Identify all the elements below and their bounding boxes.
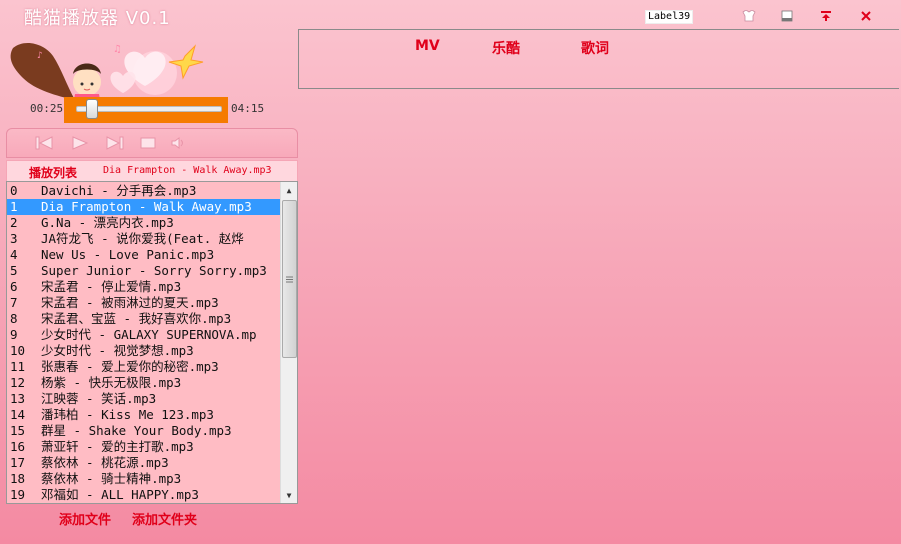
seek-handle[interactable] (86, 99, 99, 119)
playlist-item-number: 9 (10, 327, 18, 342)
playlist-item-number: 3 (10, 231, 18, 246)
playlist-item-name: 蔡依林 - 骑士精神.mp3 (41, 471, 182, 486)
tab-leku[interactable]: 乐酷 (492, 38, 520, 58)
minimize-icon[interactable] (779, 8, 795, 24)
svg-text:♫: ♫ (113, 44, 122, 55)
playlist-item-name: Davichi - 分手再会.mp3 (41, 183, 197, 198)
playlist-item-number: 11 (10, 359, 26, 374)
playlist-item-number: 4 (10, 247, 18, 262)
playlist[interactable]: 0 Davichi - 分手再会.mp3 1 Dia Frampton - Walk … (6, 181, 298, 504)
playlist-item-number: 12 (10, 375, 26, 390)
playlist-item-number: 16 (10, 439, 26, 454)
playlist-item-number: 10 (10, 343, 26, 358)
playlist-item[interactable]: 12 杨紫 - 快乐无极限.mp3 (7, 375, 281, 391)
playlist-item[interactable]: 19 邓福如 - ALL HAPPY.mp3 (7, 487, 281, 503)
playlist-item-number: 14 (10, 407, 26, 422)
playlist-item[interactable]: 15 群星 - Shake Your Body.mp3 (7, 423, 281, 439)
playlist-item-name: 邓福如 - ALL HAPPY.mp3 (41, 487, 199, 502)
add-folder-button[interactable]: 添加文件夹 (132, 509, 197, 528)
playlist-item-name: 宋孟君、宝蓝 - 我好喜欢你.mp3 (41, 311, 232, 326)
scroll-up-icon[interactable]: ▲ (281, 182, 297, 198)
playlist-item-number: 2 (10, 215, 18, 230)
playlist-item[interactable]: 10 少女时代 - 视觉梦想.mp3 (7, 343, 281, 359)
playlist-item-name: 少女时代 - GALAXY SUPERNOVA.mp (41, 327, 257, 342)
stop-icon[interactable] (139, 135, 157, 151)
playlist-item-name: New Us - Love Panic.mp3 (41, 247, 215, 262)
playlist-item[interactable]: 16 萧亚轩 - 爱的主打歌.mp3 (7, 439, 281, 455)
playlist-item[interactable]: 2 G.Na - 漂亮内衣.mp3 (7, 215, 281, 231)
playlist-item[interactable]: 5 Super Junior - Sorry Sorry.mp3 (7, 263, 281, 279)
label39: Label39 (645, 10, 694, 24)
playlist-item-name: 宋孟君 - 被雨淋过的夏天.mp3 (41, 295, 219, 310)
content-panel: MV 乐酷 歌词 (298, 29, 899, 89)
playlist-item[interactable]: 0 Davichi - 分手再会.mp3 (7, 183, 281, 199)
playlist-item-name: 群星 - Shake Your Body.mp3 (41, 423, 232, 438)
playlist-item-number: 0 (10, 183, 18, 198)
playlist-item-number: 6 (10, 279, 18, 294)
playlist-item-number: 8 (10, 311, 18, 326)
next-icon[interactable] (106, 135, 124, 151)
total-time: 04:15 (231, 102, 265, 115)
skin-icon[interactable] (741, 8, 757, 24)
playlist-item-number: 17 (10, 455, 26, 470)
playlist-item-number: 19 (10, 487, 26, 502)
scroll-down-icon[interactable]: ▼ (281, 487, 297, 503)
playlist-item-name: 少女时代 - 视觉梦想.mp3 (41, 343, 194, 358)
playlist-item[interactable]: 18 蔡依林 - 骑士精神.mp3 (7, 471, 281, 487)
window-title: 酷猫播放器 V0.1 (24, 8, 171, 29)
seek-bar[interactable] (64, 97, 228, 123)
transport-controls (6, 128, 298, 158)
playlist-item[interactable]: 8 宋孟君、宝蓝 - 我好喜欢你.mp3 (7, 311, 281, 327)
playlist-item-name: 萧亚轩 - 爱的主打歌.mp3 (41, 439, 194, 454)
playlist-item-name: 潘玮柏 - Kiss Me 123.mp3 (41, 407, 214, 422)
playlist-item[interactable]: 6 宋孟君 - 停止爱情.mp3 (7, 279, 281, 295)
playlist-item-name: Super Junior - Sorry Sorry.mp3 (41, 263, 267, 278)
playlist-item-number: 5 (10, 263, 18, 278)
playlist-item[interactable]: 17 蔡依林 - 桃花源.mp3 (7, 455, 281, 471)
playlist-item[interactable]: 14 潘玮柏 - Kiss Me 123.mp3 (7, 407, 281, 423)
tab-lyrics[interactable]: 歌词 (581, 38, 609, 58)
playlist-item-name: 宋孟君 - 停止爱情.mp3 (41, 279, 182, 294)
playlist-item-number: 15 (10, 423, 26, 438)
playlist-item[interactable]: 11 张惠春 - 爱上爱你的秘密.mp3 (7, 359, 281, 375)
playlist-title: 播放列表 (29, 166, 78, 180)
playlist-item-number: 1 (10, 199, 18, 214)
add-file-button[interactable]: 添加文件 (59, 509, 111, 528)
elapsed-time: 00:25 (30, 102, 64, 115)
playlist-item-number: 13 (10, 391, 26, 406)
playlist-item[interactable]: 7 宋孟君 - 被雨淋过的夏天.mp3 (7, 295, 281, 311)
playlist-scrollbar[interactable]: ▲ ▼ (280, 182, 297, 503)
now-playing-label: Dia Frampton - Walk Away.mp3 (103, 165, 272, 176)
playlist-item-number: 7 (10, 295, 18, 310)
playlist-item[interactable]: 9 少女时代 - GALAXY SUPERNOVA.mp (7, 327, 281, 343)
playlist-item-name: JA符龙飞 - 说你爱我(Feat. 赵烨 (41, 231, 244, 246)
pin-icon[interactable] (818, 8, 834, 24)
playlist-item-name: 江映蓉 - 笑话.mp3 (41, 391, 157, 406)
previous-icon[interactable] (35, 135, 53, 151)
svg-text:♪: ♪ (37, 51, 43, 61)
scroll-thumb[interactable] (282, 200, 297, 358)
playlist-item-number: 18 (10, 471, 26, 486)
playlist-item[interactable]: 1 Dia Frampton - Walk Away.mp3 (7, 199, 281, 215)
playlist-header: 播放列表 Dia Frampton - Walk Away.mp3 (6, 160, 298, 182)
playlist-item[interactable]: 13 江映蓉 - 笑话.mp3 (7, 391, 281, 407)
playlist-item-name: 张惠春 - 爱上爱你的秘密.mp3 (41, 359, 219, 374)
playlist-item-name: 蔡依林 - 桃花源.mp3 (41, 455, 169, 470)
close-icon[interactable] (858, 8, 874, 24)
playlist-item[interactable]: 3 JA符龙飞 - 说你爱我(Feat. 赵烨 (7, 231, 281, 247)
playlist-item-name: Dia Frampton - Walk Away.mp3 (41, 199, 252, 214)
playlist-item[interactable]: 4 New Us - Love Panic.mp3 (7, 247, 281, 263)
volume-icon[interactable] (170, 135, 188, 151)
play-icon[interactable] (71, 135, 89, 151)
tab-mv[interactable]: MV (415, 38, 440, 54)
playlist-item-name: 杨紫 - 快乐无极限.mp3 (41, 375, 182, 390)
playlist-item-name: G.Na - 漂亮内衣.mp3 (41, 215, 174, 230)
